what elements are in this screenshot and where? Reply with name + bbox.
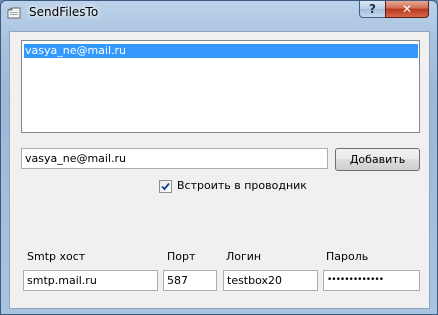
- close-button[interactable]: ✕: [385, 1, 429, 18]
- password-field[interactable]: •••••••••••••: [323, 270, 420, 291]
- login-field[interactable]: testbox20: [223, 270, 318, 291]
- explorer-integration-label[interactable]: Встроить в проводник: [177, 179, 307, 192]
- window-title: SendFilesTo: [29, 5, 99, 19]
- list-item[interactable]: vasya_ne@mail.ru: [24, 44, 418, 58]
- help-button[interactable]: ?: [359, 1, 386, 18]
- title-bar[interactable]: SendFilesTo ? ✕: [1, 1, 437, 25]
- email-input[interactable]: vasya_ne@mail.ru: [21, 148, 328, 169]
- recipients-list[interactable]: vasya_ne@mail.ru: [21, 40, 420, 133]
- app-icon: [7, 6, 21, 20]
- smtp-host-label: Smtp хост: [27, 250, 86, 263]
- main-window: SendFilesTo ? ✕ vasya_ne@mail.ru vasya_n…: [0, 0, 438, 315]
- password-label: Пароль: [326, 250, 369, 263]
- add-button[interactable]: Добавить: [335, 148, 420, 171]
- port-label: Порт: [167, 250, 196, 263]
- explorer-integration-checkbox[interactable]: [159, 180, 172, 193]
- dialog-client-area: vasya_ne@mail.ru vasya_ne@mail.ru Добави…: [9, 31, 430, 309]
- checkmark-icon: [161, 182, 170, 191]
- login-label: Логин: [226, 250, 262, 263]
- smtp-host-field[interactable]: smtp.mail.ru: [23, 270, 158, 291]
- port-field[interactable]: 587: [163, 270, 217, 291]
